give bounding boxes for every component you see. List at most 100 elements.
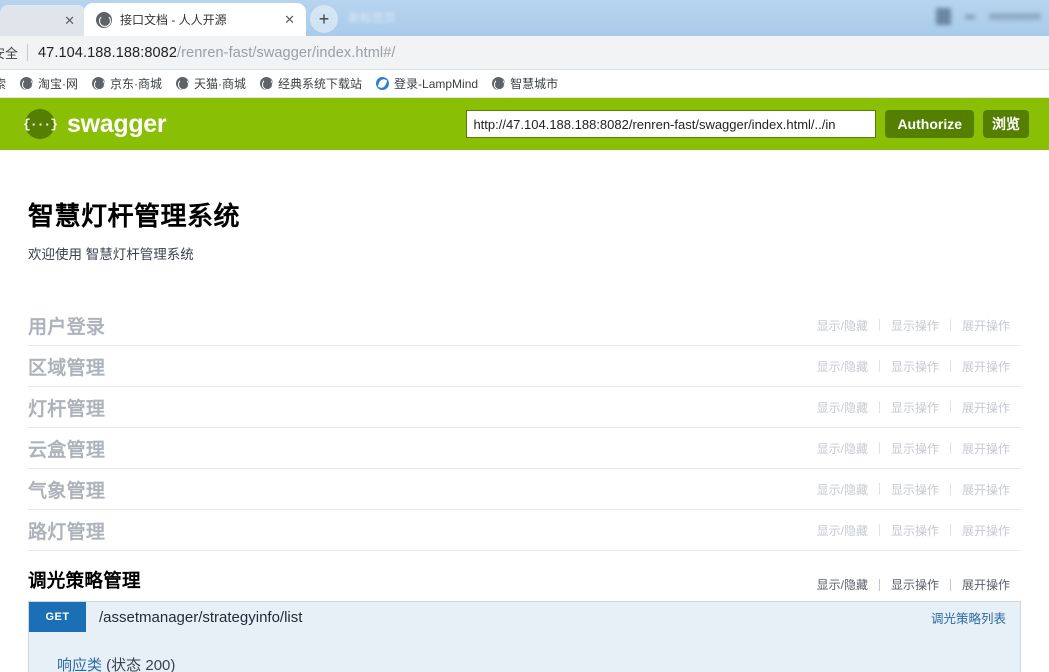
new-tab-button[interactable]: + [310, 5, 338, 33]
bookmark-label: 天猫·商城 [194, 75, 246, 92]
bookmark-item[interactable]: 智慧城市 [485, 72, 565, 95]
tab-inactive[interactable]: ✕ [0, 5, 86, 36]
swagger-logo-group[interactable]: {···} swagger [25, 109, 166, 139]
swagger-header-actions: Authorize 浏览 [466, 110, 1029, 138]
resource-name[interactable]: 路灯管理 [28, 517, 105, 544]
list-operations-link[interactable]: 显示操作 [880, 440, 950, 457]
bookmarks-bar: 索 淘宝·网 京东·商城 天猫·商城 经典系统下载站 登录-LampMind 智… [0, 70, 1049, 98]
swagger-braces-icon: {···} [25, 109, 55, 139]
resource-actions: 显示/隐藏 显示操作 展开操作 [806, 317, 1021, 334]
toggle-link[interactable]: 显示/隐藏 [806, 399, 879, 416]
close-icon[interactable]: ✕ [281, 11, 298, 28]
window-buttons-icon[interactable] [989, 13, 1041, 20]
bookmark-item[interactable]: 登录-LampMind [369, 72, 485, 95]
http-method-badge: GET [29, 602, 86, 632]
address-bar[interactable]: 安全 47.104.188.188:8082/renren-fast/swagg… [0, 36, 1049, 70]
list-operations-link[interactable]: 显示操作 [880, 399, 950, 416]
divider [27, 44, 28, 61]
list-operations-link[interactable]: 显示操作 [880, 576, 950, 593]
operation-summary[interactable]: 调光策略列表 [931, 608, 1006, 627]
list-operations-link[interactable]: 显示操作 [880, 481, 950, 498]
url-path: /renren-fast/swagger/index.html#/ [177, 45, 396, 61]
bookmark-item[interactable]: 淘宝·网 [13, 72, 85, 95]
list-operations-link[interactable]: 显示操作 [880, 317, 950, 334]
response-class-link[interactable]: 响应类 [57, 657, 102, 672]
resource-list: 用户登录 显示/隐藏 显示操作 展开操作 区域管理 显示/隐藏 显示操作 展开操… [28, 305, 1021, 672]
bookmark-label: 淘宝·网 [38, 75, 78, 92]
globe-icon [20, 77, 33, 90]
resource-name[interactable]: 灯杆管理 [28, 394, 105, 421]
expand-operations-link[interactable]: 展开操作 [951, 317, 1021, 334]
resource-row-active[interactable]: 调光策略管理 显示/隐藏 显示操作 展开操作 [28, 551, 1021, 593]
globe-icon [176, 77, 189, 90]
browser-window: ✕ 接口文档 - 人人开源 ✕ + 新标签页 安全 47.104.188.188… [0, 0, 1049, 672]
bookmark-label: 智慧城市 [510, 75, 558, 92]
resource-row[interactable]: 气象管理 显示/隐藏 显示操作 展开操作 [28, 469, 1021, 510]
toggle-link[interactable]: 显示/隐藏 [806, 440, 879, 457]
bookmark-label: 索 [0, 75, 6, 92]
window-controls[interactable] [936, 8, 1041, 25]
tab-active[interactable]: 接口文档 - 人人开源 ✕ [84, 3, 306, 36]
globe-icon [260, 77, 273, 90]
extension-icon[interactable] [936, 8, 951, 25]
toggle-link[interactable]: 显示/隐藏 [806, 358, 879, 375]
list-operations-link[interactable]: 显示操作 [880, 358, 950, 375]
close-icon[interactable]: ✕ [61, 12, 78, 29]
resource-actions: 显示/隐藏 显示操作 展开操作 [806, 358, 1021, 375]
bookmark-label: 经典系统下载站 [278, 75, 362, 92]
bookmark-item[interactable]: 天猫·商城 [169, 72, 253, 95]
toggle-link[interactable]: 显示/隐藏 [806, 576, 879, 593]
operation-body: 响应类 (状态 200) 返回调光策略列表 [29, 632, 1020, 672]
resource-actions: 显示/隐藏 显示操作 展开操作 [806, 440, 1021, 457]
explore-button[interactable]: 浏览 [983, 110, 1029, 138]
resource-row[interactable]: 路灯管理 显示/隐藏 显示操作 展开操作 [28, 510, 1021, 551]
spec-url-input[interactable] [466, 110, 876, 138]
resource-actions: 显示/隐藏 显示操作 展开操作 [806, 399, 1021, 416]
list-operations-link[interactable]: 显示操作 [880, 522, 950, 539]
toggle-link[interactable]: 显示/隐藏 [806, 522, 879, 539]
bookmark-item[interactable]: 索 [0, 72, 13, 95]
bookmark-item[interactable]: 京东·商城 [85, 72, 169, 95]
resource-actions: 显示/隐藏 显示操作 展开操作 [806, 522, 1021, 539]
swagger-brand-label: swagger [67, 110, 166, 139]
api-info: 智慧灯杆管理系统 欢迎使用 智慧灯杆管理系统 [28, 150, 1021, 269]
resource-name[interactable]: 调光策略管理 [28, 567, 141, 593]
response-class-title: 响应类 (状态 200) [57, 654, 1020, 672]
url-text[interactable]: 47.104.188.188:8082/renren-fast/swagger/… [38, 45, 395, 61]
minimize-icon[interactable] [965, 15, 975, 19]
resource-name[interactable]: 气象管理 [28, 476, 105, 503]
resource-name[interactable]: 云盒管理 [28, 435, 105, 462]
toggle-link[interactable]: 显示/隐藏 [806, 481, 879, 498]
resource-actions: 显示/隐藏 显示操作 展开操作 [806, 576, 1021, 593]
expand-operations-link[interactable]: 展开操作 [951, 358, 1021, 375]
page-description: 欢迎使用 智慧灯杆管理系统 [28, 243, 1021, 263]
resource-row[interactable]: 用户登录 显示/隐藏 显示操作 展开操作 [28, 305, 1021, 346]
expand-operations-link[interactable]: 展开操作 [951, 522, 1021, 539]
expand-operations-link[interactable]: 展开操作 [951, 399, 1021, 416]
expand-operations-link[interactable]: 展开操作 [951, 481, 1021, 498]
tab-ghost-label: 新标签页 [348, 9, 396, 26]
resource-row[interactable]: 灯杆管理 显示/隐藏 显示操作 展开操作 [28, 387, 1021, 428]
bookmark-label: 登录-LampMind [394, 75, 478, 92]
bookmark-label: 京东·商城 [110, 75, 162, 92]
swagger-content: 智慧灯杆管理系统 欢迎使用 智慧灯杆管理系统 用户登录 显示/隐藏 显示操作 展… [0, 150, 1049, 672]
resource-actions: 显示/隐藏 显示操作 展开操作 [806, 481, 1021, 498]
globe-icon [492, 77, 505, 90]
expand-operations-link[interactable]: 展开操作 [951, 576, 1021, 593]
authorize-button[interactable]: Authorize [885, 110, 974, 138]
operation-header[interactable]: GET /assetmanager/strategyinfo/list 调光策略… [29, 602, 1020, 632]
operation-block: GET /assetmanager/strategyinfo/list 调光策略… [28, 601, 1021, 672]
resource-row[interactable]: 云盒管理 显示/隐藏 显示操作 展开操作 [28, 428, 1021, 469]
response-status: (状态 200) [102, 657, 175, 672]
resource-row[interactable]: 区域管理 显示/隐藏 显示操作 展开操作 [28, 346, 1021, 387]
tab-strip: ✕ 接口文档 - 人人开源 ✕ + 新标签页 [0, 0, 1049, 36]
expand-operations-link[interactable]: 展开操作 [951, 440, 1021, 457]
bookmark-item[interactable]: 经典系统下载站 [253, 72, 369, 95]
resource-name[interactable]: 区域管理 [28, 353, 105, 380]
tab-title: 接口文档 - 人人开源 [120, 11, 273, 28]
globe-icon [96, 12, 112, 28]
resource-name[interactable]: 用户登录 [28, 312, 105, 339]
swagger-header: {···} swagger Authorize 浏览 [0, 98, 1049, 150]
page-title: 智慧灯杆管理系统 [28, 196, 1021, 233]
toggle-link[interactable]: 显示/隐藏 [806, 317, 879, 334]
